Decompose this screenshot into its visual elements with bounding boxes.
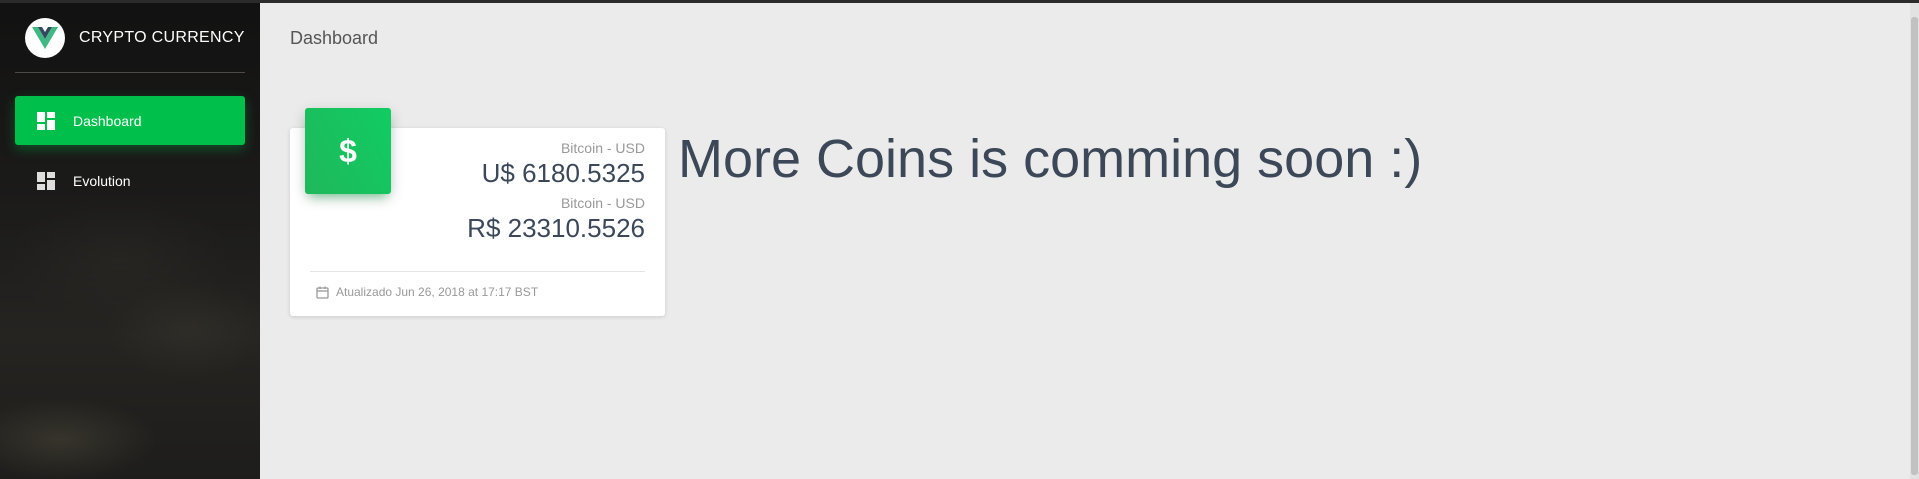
sidebar-nav: Dashboard Evolution <box>15 96 245 216</box>
updated-timestamp: Atualizado Jun 26, 2018 at 17:17 BST <box>336 285 539 299</box>
coming-soon-message: More Coins is comming soon :) <box>678 129 1423 189</box>
dollar-icon: $ <box>305 108 391 194</box>
sidebar-item-dashboard[interactable]: Dashboard <box>15 96 245 145</box>
card-value-brl: R$ 23310.5526 <box>467 213 645 243</box>
brand[interactable]: CRYPTO CURRENCY <box>25 18 245 58</box>
sidebar-item-label: Evolution <box>73 172 131 189</box>
card-category: Bitcoin - USD <box>560 140 645 156</box>
sidebar-item-label: Dashboard <box>73 112 142 129</box>
card-category: Bitcoin - USD <box>560 195 645 211</box>
vue-logo-icon <box>25 18 65 58</box>
dashboard-icon <box>37 111 55 130</box>
dashboard-icon <box>37 171 55 190</box>
brand-title: CRYPTO CURRENCY <box>79 29 245 46</box>
sidebar-item-evolution[interactable]: Evolution <box>15 156 245 205</box>
scrollbar[interactable] <box>1910 3 1919 479</box>
price-card: $ Bitcoin - USD U$ 6180.5325 Bitcoin - U… <box>290 108 665 316</box>
card-body: Bitcoin - USD U$ 6180.5325 Bitcoin - USD… <box>467 140 645 250</box>
page-title: Dashboard <box>290 28 379 48</box>
card-footer: Atualizado Jun 26, 2018 at 17:17 BST <box>310 271 645 299</box>
card-value-usd: U$ 6180.5325 <box>481 158 645 188</box>
scrollbar-thumb[interactable] <box>1911 17 1918 475</box>
main-content: Dashboard $ Bitcoin - USD U$ 6180.5325 B… <box>260 3 1919 479</box>
calendar-icon <box>316 286 329 299</box>
divider <box>15 72 245 73</box>
sidebar: CRYPTO CURRENCY Dashboard Evolution <box>0 0 260 479</box>
window-top-border <box>0 0 1919 3</box>
